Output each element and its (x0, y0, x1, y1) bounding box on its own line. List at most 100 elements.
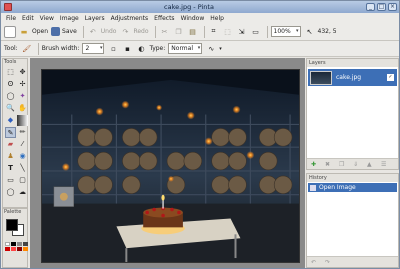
open-button[interactable]: Open (32, 28, 48, 35)
color-picker-icon[interactable]: ⁄ (17, 139, 28, 150)
title-bar[interactable]: cake.jpg - Pinta _ □ × (1, 1, 399, 13)
layer-up-icon[interactable]: ▲ (367, 161, 377, 168)
zoom-value: 100% (273, 28, 291, 35)
layers-panel: Layers cake.jpg ✓ ✚ ✖ ❐ ⇓ ▲ ☰ (306, 58, 399, 170)
zoom-icon[interactable]: 🔍 (5, 103, 16, 114)
pan-icon[interactable]: ✋ (17, 103, 28, 114)
recolor-icon[interactable]: ◉ (17, 151, 28, 162)
save-button[interactable]: Save (62, 28, 77, 35)
palette-swatch[interactable] (23, 247, 28, 251)
menu-adjustments[interactable]: Adjustments (108, 15, 152, 22)
brush-increase-icon[interactable]: ▪ (121, 43, 133, 55)
cursor-position: 432, 5 (317, 28, 337, 35)
palette-swatch[interactable] (17, 247, 22, 251)
rectangle-select-icon[interactable]: ⬚ (5, 67, 16, 78)
crop-icon[interactable]: ⌗ (208, 26, 220, 38)
tools-grid: ⬚ ✥ ʘ ✢ ◯ ✦ 🔍 ✋ ◆ ✎ ✏ ▰ ⁄ ♟ ◉ T ╲ ▭ ▢ ◯ … (3, 66, 28, 199)
maximize-button[interactable]: □ (377, 3, 386, 11)
move-selected-icon[interactable]: ✢ (17, 79, 28, 90)
history-item[interactable]: Open Image (308, 183, 397, 192)
layers-toolbar: ✚ ✖ ❐ ⇓ ▲ ☰ (307, 158, 398, 169)
eraser-icon[interactable]: ▰ (5, 139, 16, 150)
line-icon[interactable]: ╲ (17, 163, 28, 174)
undo-icon[interactable]: ↶ (87, 26, 99, 38)
zoom-combo[interactable]: 100% ▾ (270, 26, 301, 37)
palette-swatch[interactable] (17, 242, 22, 246)
layer-thumbnail (310, 70, 332, 85)
copy-icon[interactable]: ❐ (173, 26, 185, 38)
brush-width-combo[interactable]: 2 ▾ (82, 43, 105, 54)
cake-image[interactable] (41, 69, 300, 263)
rectangle-icon[interactable]: ▭ (5, 175, 16, 186)
palette-swatch[interactable] (11, 242, 16, 246)
palette-panel: Palette (2, 208, 28, 268)
layer-visibility-checkbox[interactable]: ✓ (387, 74, 394, 81)
curve-icon[interactable]: ∿ (205, 43, 217, 55)
tool-options-bar: Tool: 🖌 Brush width: 2 ▾ ▫ ▪ ◐ Type: Nor… (1, 41, 399, 57)
close-button[interactable]: × (388, 3, 397, 11)
merge-layer-icon[interactable]: ⇓ (353, 161, 363, 168)
tool-label: Tool: (4, 45, 18, 52)
palette-swatch[interactable] (5, 247, 10, 251)
menu-help[interactable]: Help (207, 15, 227, 22)
palette-swatch[interactable] (5, 242, 10, 246)
minimize-button[interactable]: _ (366, 3, 375, 11)
layer-row[interactable]: cake.jpg ✓ (308, 69, 397, 86)
save-icon[interactable] (51, 27, 61, 36)
tools-panel: Tools ⬚ ✥ ʘ ✢ ◯ ✦ 🔍 ✋ ◆ ✎ ✏ ▰ ⁄ ♟ ◉ T ╲ … (2, 58, 28, 208)
menu-view[interactable]: View (37, 15, 57, 22)
palette-panel-title: Palette (4, 209, 22, 215)
history-undo-icon[interactable]: ↶ (311, 259, 321, 266)
chevron-down-icon[interactable]: ▾ (219, 46, 222, 52)
redo-button[interactable]: Redo (133, 28, 148, 35)
antialiasing-icon[interactable]: ◐ (135, 43, 147, 55)
menu-edit[interactable]: Edit (19, 15, 37, 22)
new-image-icon[interactable] (4, 25, 16, 38)
primary-color-swatch[interactable] (6, 219, 18, 231)
layers-panel-title: Layers (307, 59, 398, 67)
canvas-area[interactable] (30, 58, 305, 268)
toolbar-separator (154, 25, 156, 38)
paintbrush-tool-icon[interactable]: ✎ (5, 127, 16, 138)
menu-window[interactable]: Window (178, 15, 208, 22)
palette-swatch[interactable] (23, 242, 28, 246)
delete-layer-icon[interactable]: ✖ (325, 161, 335, 168)
type-combo[interactable]: Normal ▾ (168, 43, 203, 54)
paste-icon[interactable]: ▤ (187, 26, 199, 38)
paint-bucket-icon[interactable]: ◆ (5, 115, 16, 126)
move-selection-icon[interactable]: ✥ (17, 67, 28, 78)
undo-button[interactable]: Undo (101, 28, 117, 35)
duplicate-layer-icon[interactable]: ❐ (339, 161, 349, 168)
palette-swatch[interactable] (11, 247, 16, 251)
gradient-icon[interactable] (17, 115, 28, 126)
text-icon[interactable]: T (5, 163, 16, 174)
deselect-icon[interactable]: ⬚ (222, 26, 234, 38)
type-value: Normal (171, 45, 193, 52)
ellipse-icon[interactable]: ◯ (5, 187, 16, 198)
ellipse-select-icon[interactable]: ◯ (5, 91, 16, 102)
menu-file[interactable]: File (3, 15, 19, 22)
layer-properties-icon[interactable]: ☰ (381, 161, 391, 168)
history-panel-title: History (307, 174, 398, 182)
lasso-select-icon[interactable]: ʘ (5, 79, 16, 90)
toolbar-separator (82, 25, 84, 38)
brush-decrease-icon[interactable]: ▫ (107, 43, 119, 55)
resize-icon[interactable]: ⇲ (236, 26, 248, 38)
canvas-size-icon[interactable]: ▭ (250, 26, 262, 38)
magic-wand-icon[interactable]: ✦ (17, 91, 28, 102)
history-panel: History Open Image ↶ ↷ (306, 173, 399, 268)
history-redo-icon[interactable]: ↷ (325, 259, 335, 266)
redo-icon[interactable]: ↷ (119, 26, 131, 38)
toolbar-separator (203, 25, 205, 38)
rounded-rectangle-icon[interactable]: ▢ (17, 175, 28, 186)
clone-stamp-icon[interactable]: ♟ (5, 151, 16, 162)
brush-width-label: Brush width: (41, 45, 80, 52)
open-folder-icon[interactable]: ▬ (18, 26, 30, 38)
menu-layers[interactable]: Layers (82, 15, 108, 22)
add-layer-icon[interactable]: ✚ (311, 161, 321, 168)
pencil-icon[interactable]: ✏ (17, 127, 28, 138)
freeform-shape-icon[interactable]: ☁ (17, 187, 28, 198)
cut-icon[interactable]: ✂ (159, 26, 171, 38)
menu-effects[interactable]: Effects (151, 15, 177, 22)
menu-image[interactable]: Image (57, 15, 82, 22)
